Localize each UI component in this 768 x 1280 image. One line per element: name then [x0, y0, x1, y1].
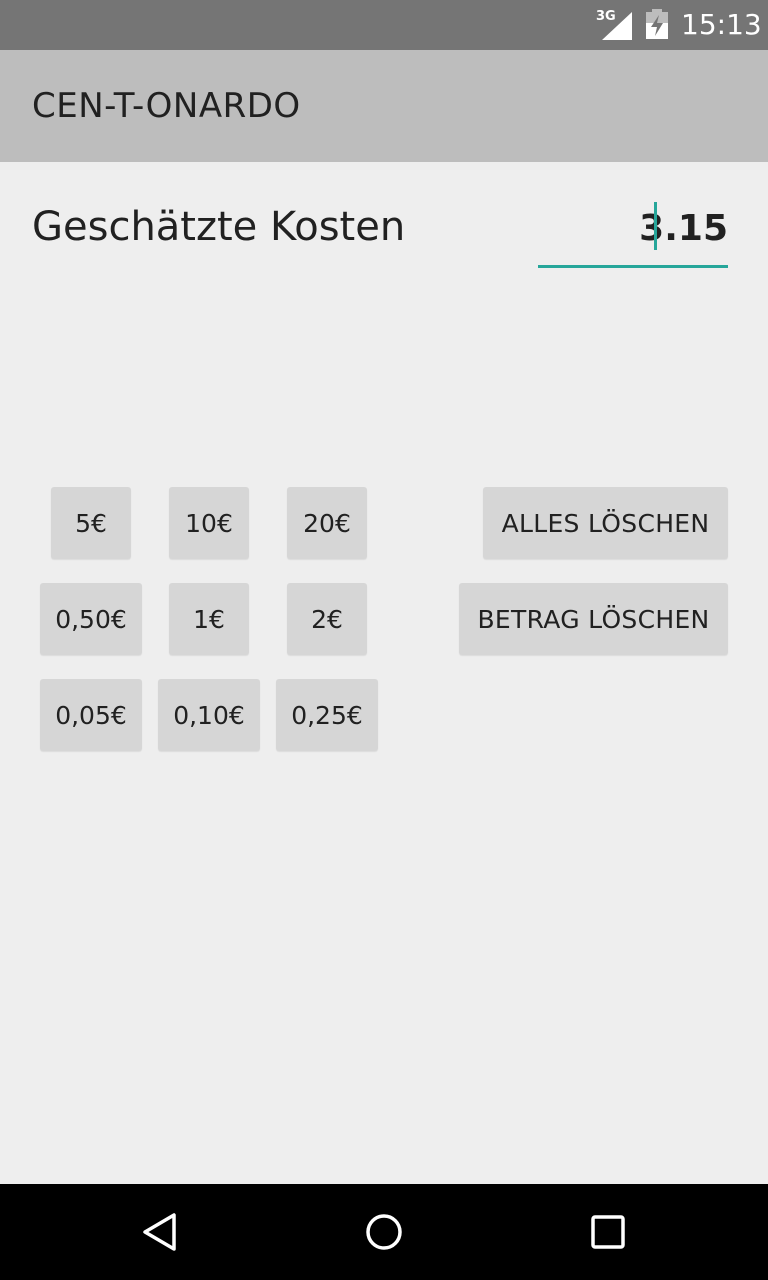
coin-button-5-euro[interactable]: 5€ — [51, 487, 131, 559]
coin-button-1-euro[interactable]: 1€ — [169, 583, 249, 655]
network-type-label: 3G — [596, 9, 616, 24]
input-underline — [538, 265, 728, 268]
cost-value[interactable]: 3.15 — [639, 208, 728, 250]
back-icon[interactable] — [140, 1212, 180, 1252]
coin-button-10-euro[interactable]: 10€ — [169, 487, 249, 559]
app-bar: CEN-T-ONARDO — [0, 50, 768, 162]
cost-label: Geschätzte Kosten — [32, 204, 406, 250]
coin-button-50-cent[interactable]: 0,50€ — [40, 583, 142, 655]
home-icon[interactable] — [364, 1212, 404, 1252]
navigation-bar — [0, 1184, 768, 1280]
recents-icon[interactable] — [588, 1212, 628, 1252]
status-time: 15:13 — [681, 8, 762, 41]
status-bar: 3G 15:13 — [0, 0, 768, 50]
network-indicator: 3G — [596, 10, 632, 40]
coin-button-5-cent[interactable]: 0,05€ — [40, 679, 142, 751]
battery-charging-icon — [646, 9, 668, 39]
coin-button-25-cent[interactable]: 0,25€ — [276, 679, 378, 751]
coin-button-20-euro[interactable]: 20€ — [287, 487, 367, 559]
clear-all-button[interactable]: ALLES LÖSCHEN — [483, 487, 728, 559]
text-cursor — [654, 202, 657, 250]
coin-button-2-euro[interactable]: 2€ — [287, 583, 367, 655]
clear-amount-button[interactable]: BETRAG LÖSCHEN — [459, 583, 728, 655]
app-title: CEN-T-ONARDO — [32, 86, 301, 126]
coin-button-10-cent[interactable]: 0,10€ — [158, 679, 260, 751]
cost-input[interactable]: 3.15 — [538, 200, 728, 270]
